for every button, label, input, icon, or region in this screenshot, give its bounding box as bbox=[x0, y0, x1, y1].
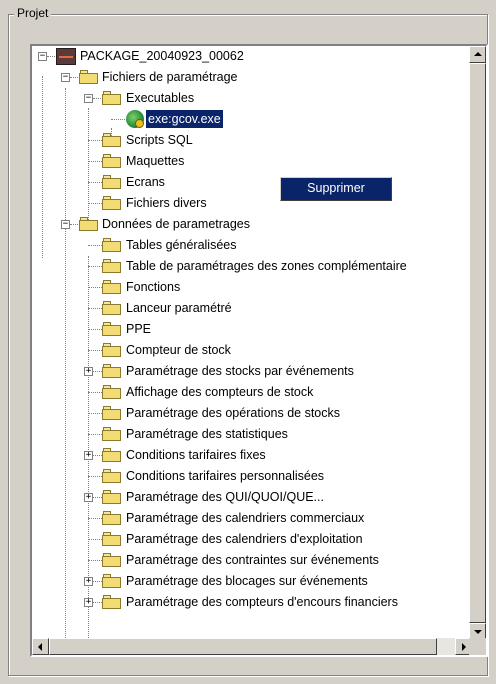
horizontal-scrollbar[interactable] bbox=[32, 638, 472, 655]
node-label: Lanceur paramétré bbox=[126, 301, 232, 315]
expand-icon[interactable]: + bbox=[84, 451, 93, 460]
node-label: Paramétrage des blocages sur événements bbox=[126, 574, 368, 588]
folder-icon bbox=[79, 70, 98, 84]
node-label: Paramétrage des calendriers commerciaux bbox=[126, 511, 365, 525]
project-treeview[interactable]: − PACKAGE_20040923_00062 − Fichiers de p… bbox=[30, 44, 488, 657]
expand-icon[interactable]: + bbox=[84, 367, 93, 376]
folder-icon bbox=[102, 553, 121, 567]
folder-icon bbox=[102, 154, 121, 168]
expand-icon[interactable]: + bbox=[84, 493, 93, 502]
vertical-scroll-thumb[interactable] bbox=[469, 63, 486, 623]
folder-icon bbox=[102, 175, 121, 189]
folder-icon bbox=[102, 238, 121, 252]
folder-icon bbox=[102, 364, 121, 378]
node-label: Compteur de stock bbox=[126, 343, 231, 357]
vertical-scrollbar[interactable] bbox=[469, 46, 486, 640]
folder-icon bbox=[79, 217, 98, 231]
folder-icon bbox=[102, 301, 121, 315]
node-label: Paramétrage des opérations de stocks bbox=[126, 406, 341, 420]
collapse-icon[interactable]: − bbox=[61, 73, 70, 82]
node-label: Tables généralisées bbox=[126, 238, 237, 252]
node-label: Paramétrage des compteurs d'encours fina… bbox=[126, 595, 398, 609]
node-label: Maquettes bbox=[126, 154, 185, 168]
expand-icon[interactable]: + bbox=[84, 577, 93, 586]
node-label: Fonctions bbox=[126, 280, 181, 294]
folder-icon bbox=[102, 91, 121, 105]
tree-line bbox=[65, 88, 66, 640]
expand-icon[interactable]: + bbox=[84, 598, 93, 607]
scroll-corner bbox=[469, 638, 486, 655]
context-menu-delete[interactable]: Supprimer bbox=[280, 177, 392, 201]
node-label: Fichiers divers bbox=[126, 196, 207, 210]
root-label: PACKAGE_20040923_00062 bbox=[80, 49, 244, 63]
node-label: Affichage des compteurs de stock bbox=[126, 385, 314, 399]
package-icon bbox=[56, 48, 76, 65]
node-label: Paramétrage des calendriers d'exploitati… bbox=[126, 532, 363, 546]
node-label: Paramétrage des stocks par événements bbox=[126, 364, 354, 378]
scroll-left-button[interactable] bbox=[32, 638, 49, 655]
folder-icon bbox=[102, 133, 121, 147]
node-label: Scripts SQL bbox=[126, 133, 193, 147]
collapse-icon[interactable]: − bbox=[84, 94, 93, 103]
node-label: Données de parametrages bbox=[102, 217, 251, 231]
folder-icon bbox=[102, 511, 121, 525]
arrow-left-icon bbox=[38, 643, 42, 651]
scroll-up-button[interactable] bbox=[469, 46, 486, 63]
folder-icon bbox=[102, 574, 121, 588]
folder-icon bbox=[102, 280, 121, 294]
collapse-icon[interactable]: − bbox=[38, 52, 47, 61]
folder-icon bbox=[102, 385, 121, 399]
folder-icon bbox=[102, 490, 121, 504]
exe-label: exe:gcov.exe bbox=[145, 109, 224, 129]
folder-icon bbox=[102, 259, 121, 273]
executable-icon bbox=[126, 110, 144, 128]
arrow-down-icon bbox=[474, 630, 482, 634]
collapse-icon[interactable]: − bbox=[61, 220, 70, 229]
groupbox-title: Projet bbox=[14, 6, 52, 20]
horizontal-scroll-thumb[interactable] bbox=[49, 638, 437, 655]
folder-icon bbox=[102, 532, 121, 546]
tree-line bbox=[42, 76, 43, 258]
folder-icon bbox=[102, 595, 121, 609]
node-label: Paramétrage des QUI/QUOI/QUE... bbox=[126, 490, 324, 504]
node-label: Executables bbox=[126, 91, 195, 105]
node-label: PPE bbox=[126, 322, 152, 336]
arrow-right-icon bbox=[462, 643, 466, 651]
folder-icon bbox=[102, 322, 121, 336]
node-label: Conditions tarifaires fixes bbox=[126, 448, 266, 462]
folder-icon bbox=[102, 448, 121, 462]
tree-area: − PACKAGE_20040923_00062 − Fichiers de p… bbox=[32, 46, 472, 640]
folder-icon bbox=[102, 427, 121, 441]
folder-icon bbox=[102, 343, 121, 357]
node-label: Paramétrage des contraintes sur événemen… bbox=[126, 553, 379, 567]
node-label: Ecrans bbox=[126, 175, 165, 189]
arrow-up-icon bbox=[474, 52, 482, 56]
node-label: Fichiers de paramétrage bbox=[102, 70, 238, 84]
folder-icon bbox=[102, 469, 121, 483]
node-label: Table de paramétrages des zones compléme… bbox=[126, 259, 407, 273]
node-label: Conditions tarifaires personnalisées bbox=[126, 469, 325, 483]
folder-icon bbox=[102, 406, 121, 420]
node-label: Paramétrage des statistiques bbox=[126, 427, 288, 441]
folder-icon bbox=[102, 196, 121, 210]
tree-line bbox=[88, 108, 89, 224]
